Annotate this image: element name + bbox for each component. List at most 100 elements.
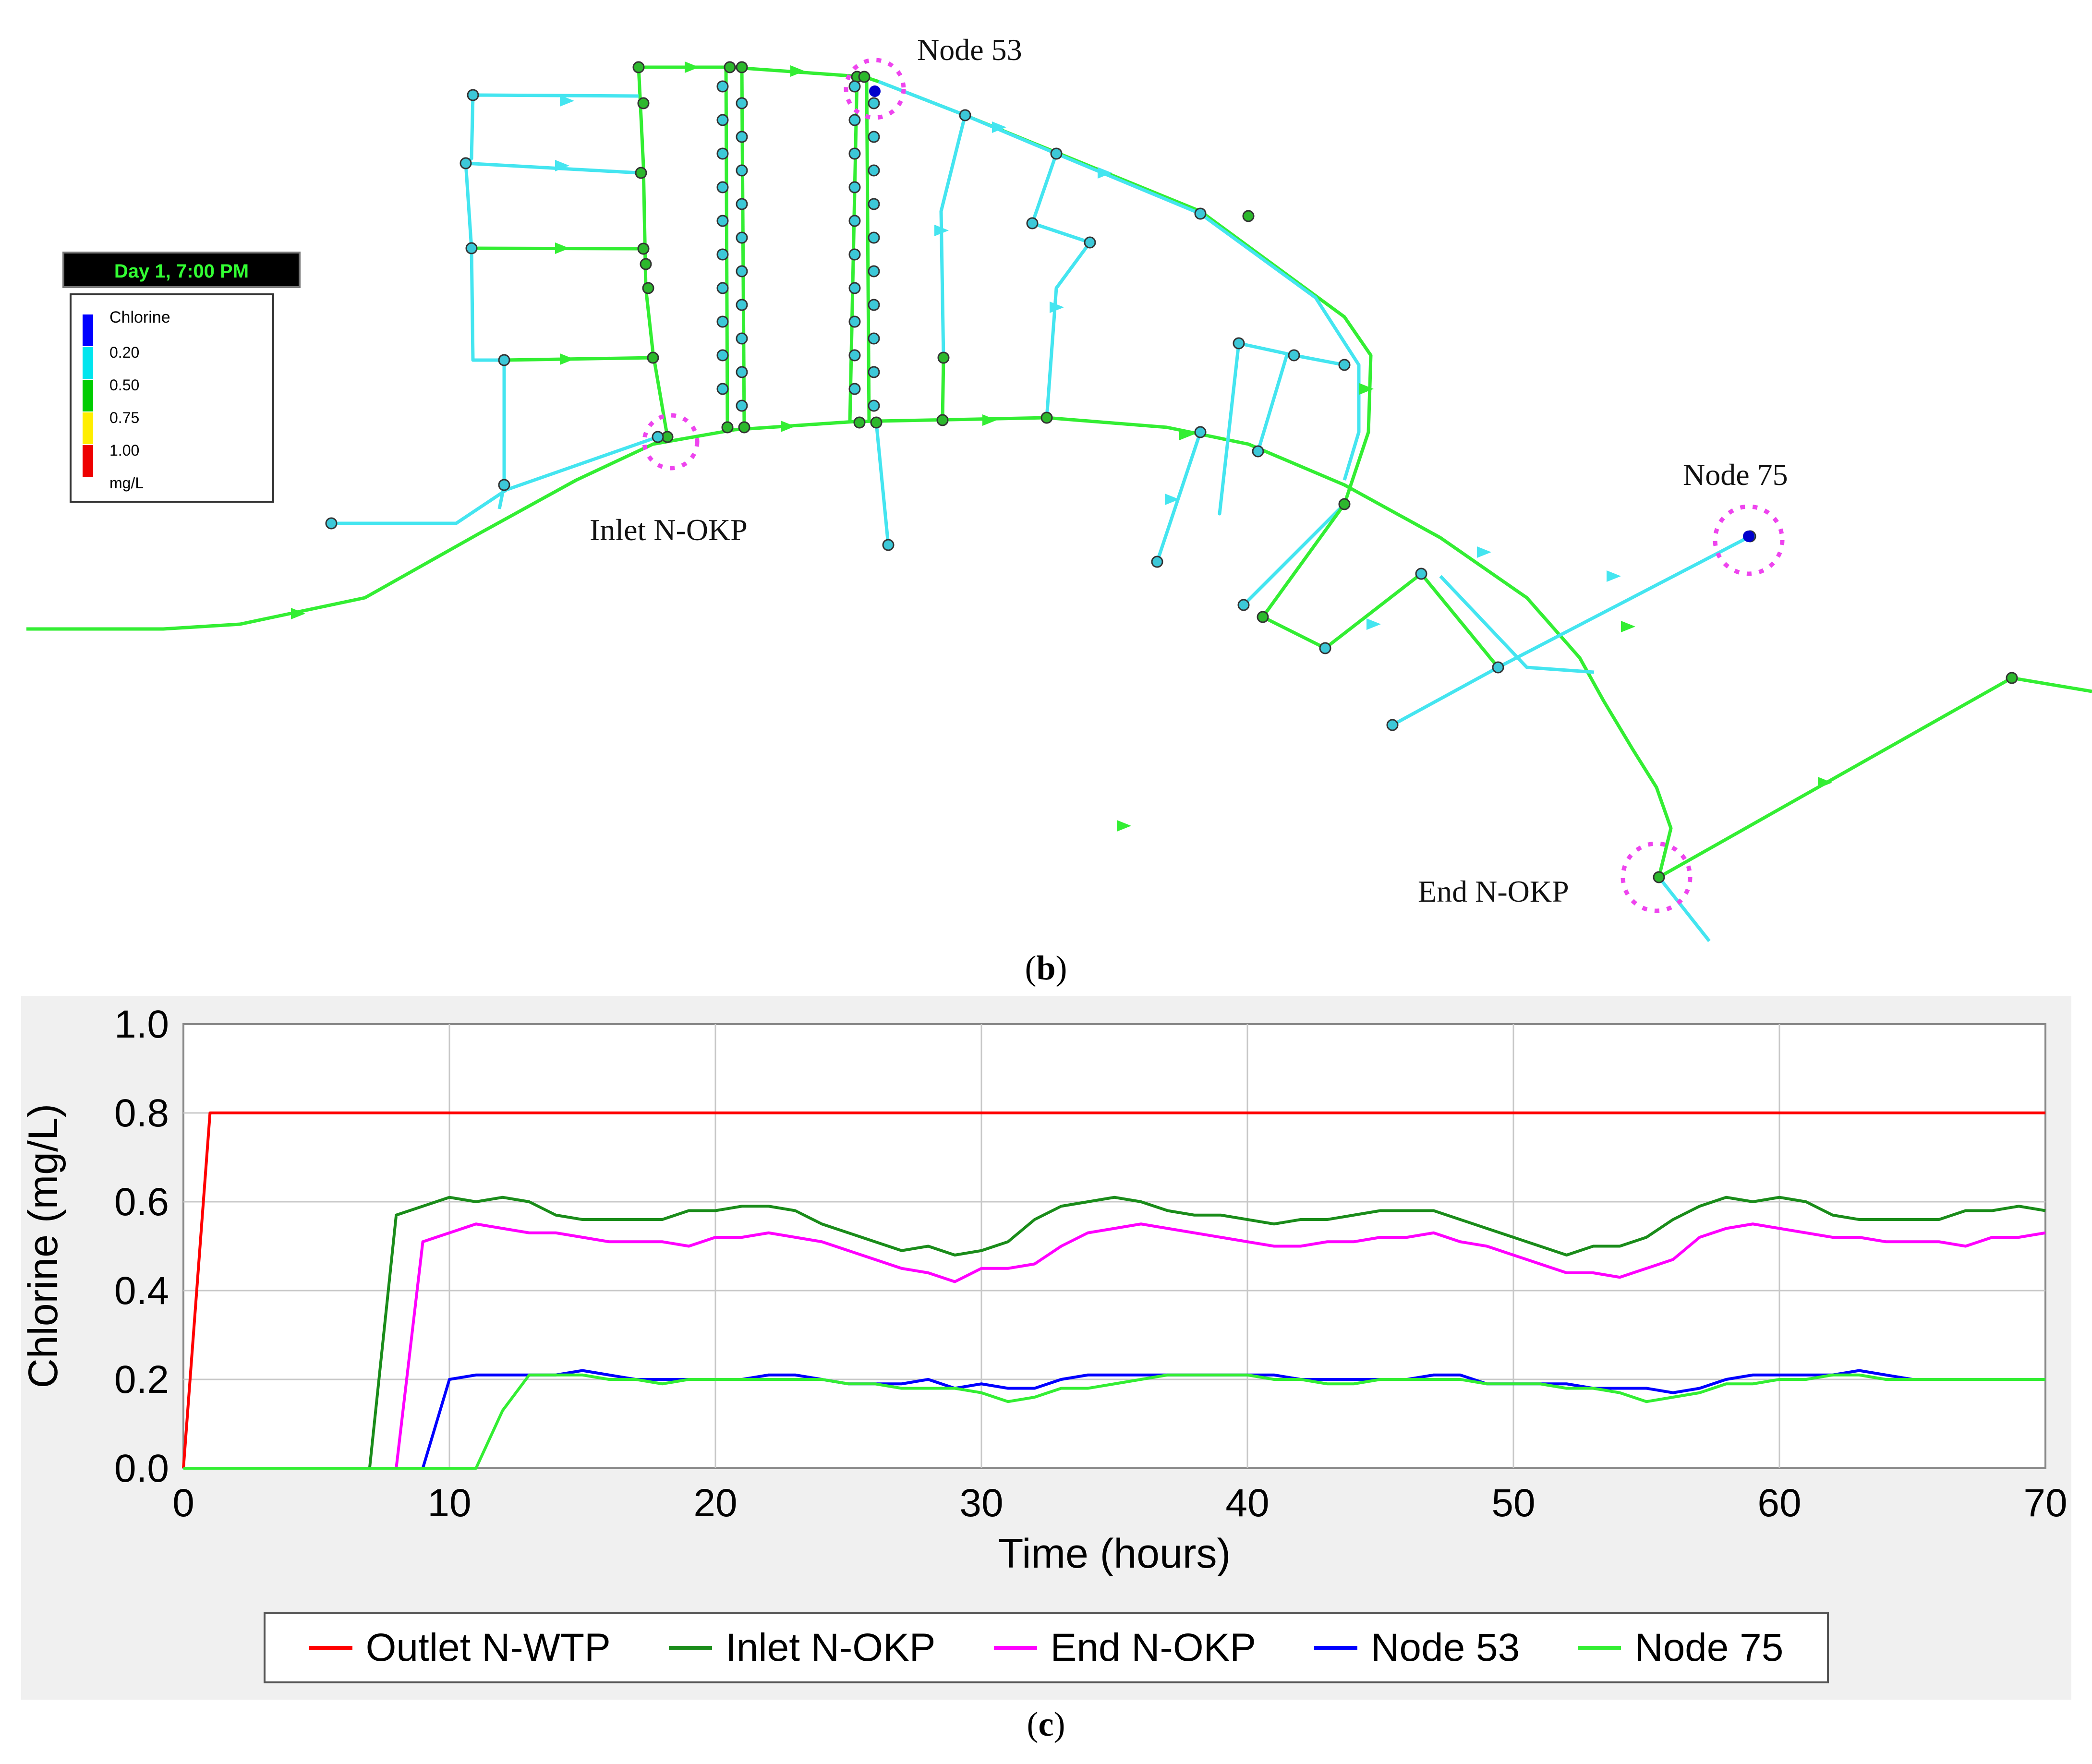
junction-node-78 [848, 315, 861, 328]
chlorine-line-chart: 0 10 20 30 40 50 60 70 0.0 0.2 0.4 0.6 0.8 1.0 Time … [21, 1003, 2068, 1577]
node75-marker [1743, 531, 1754, 542]
junction-node-64 [868, 198, 880, 210]
y-tick-0.0: 0.0 [114, 1447, 169, 1490]
junction-node-80 [868, 332, 880, 345]
junction-node-2 [635, 167, 647, 179]
legend-entry-node-75: Node 75 [1578, 1625, 1783, 1670]
legend-swatch-outlet-n-wtp [309, 1646, 352, 1650]
y-tick-0.2: 0.2 [114, 1358, 169, 1402]
legend-label-3: 1.00 [109, 442, 139, 459]
junction-node-8 [724, 61, 736, 73]
node53-marker [869, 85, 881, 97]
flow-arrow-14 [1621, 621, 1635, 632]
junction-node-37 [1288, 349, 1300, 362]
panel-label-b: (b) [1025, 949, 1067, 987]
pipe-segment-1 [331, 435, 659, 525]
legend-entry-end-n-okp: End N-OKP [993, 1625, 1257, 1670]
junction-node-5 [642, 282, 654, 294]
junction-node-13 [936, 414, 949, 426]
flow-arrow-6 [560, 353, 574, 365]
junction-node-6 [647, 351, 659, 364]
x-tick-20: 20 [693, 1481, 737, 1525]
junction-node-39 [1252, 445, 1264, 458]
junction-node-19 [1653, 871, 1665, 883]
y-tick-0.4: 0.4 [114, 1269, 169, 1313]
y-tick-1.0: 1.0 [114, 1003, 169, 1046]
x-axis-title: Time (hours) [998, 1531, 1231, 1577]
y-axis-title: Chlorine (mg/L) [21, 1104, 66, 1389]
junction-node-47 [882, 539, 895, 551]
chlorine-legend [70, 293, 274, 503]
junction-node-33 [1026, 217, 1039, 230]
legend-swatch-1 [83, 347, 93, 379]
pipe-network [26, 65, 2092, 942]
x-tick-40: 40 [1225, 1481, 1269, 1525]
legend-label-end-n-okp: End N-OKP [1050, 1626, 1257, 1669]
junction-node-51 [736, 97, 748, 109]
junction-node-70 [848, 248, 861, 261]
legend-swatch-node-75 [1578, 1646, 1621, 1650]
junction-node-25 [460, 157, 472, 169]
legend-swatch-node-53 [1314, 1646, 1358, 1650]
junction-node-40 [1194, 426, 1207, 438]
legend-entry-inlet-n-okp: Inlet N-OKP [669, 1625, 935, 1670]
legend-swatch-3 [83, 412, 93, 444]
junction-node-52 [868, 97, 880, 109]
junction-node-0 [632, 61, 645, 73]
chart-legend: Outlet N-WTP Inlet N-OKP End N-OKP Node 53 N… [264, 1612, 1829, 1683]
junction-node-26 [465, 242, 478, 254]
legend-swatch-4 [83, 445, 93, 477]
x-tick-50: 50 [1491, 1481, 1535, 1525]
junction-node-65 [716, 215, 729, 227]
junction-node-45 [1492, 661, 1504, 674]
y-tick-0.6: 0.6 [114, 1180, 169, 1224]
pipe-segment-21 [1242, 503, 1346, 606]
junction-node-28 [498, 479, 510, 491]
legend-label-outlet-n-wtp: Outlet N-WTP [365, 1626, 611, 1669]
junction-node-84 [868, 366, 880, 378]
x-tick-labels: 0 10 20 30 40 50 60 70 [172, 1481, 2067, 1525]
junction-node-18 [2006, 672, 2018, 684]
junction-node-49 [716, 80, 729, 93]
junction-node-36 [1233, 337, 1245, 350]
junction-node-88 [868, 399, 880, 412]
x-tick-10: 10 [427, 1481, 471, 1525]
junction-node-3 [637, 242, 650, 255]
x-tick-30: 30 [959, 1481, 1003, 1525]
junction-node-86 [848, 383, 861, 395]
end-label: End N-OKP [1418, 874, 1569, 908]
junction-node-38 [1338, 359, 1351, 371]
flow-arrow-19 [1477, 546, 1491, 558]
junction-node-66 [848, 215, 861, 227]
flow-arrow-12 [1117, 820, 1131, 832]
junction-node-55 [736, 131, 748, 143]
junction-node-77 [716, 315, 729, 328]
junction-node-62 [848, 181, 861, 193]
junction-node-22 [721, 421, 734, 434]
legend-entry-node-53: Node 53 [1314, 1625, 1520, 1670]
legend-label-2: 0.75 [109, 409, 139, 426]
junction-node-46 [1386, 719, 1399, 731]
junction-node-44 [1415, 568, 1427, 580]
legend-title: Chlorine [109, 308, 170, 326]
junction-node-14 [1040, 411, 1053, 424]
junction-node-24 [467, 89, 479, 101]
junction-node-43 [1319, 642, 1331, 654]
junction-node-32 [1050, 147, 1063, 160]
legend-swatch-end-n-okp [993, 1646, 1037, 1650]
legend-label-1: 0.50 [109, 376, 139, 394]
junction-node-79 [736, 332, 748, 345]
junction-node-54 [848, 114, 861, 126]
legend-swatch-0 [83, 314, 93, 346]
junction-node-11 [858, 71, 871, 83]
junction-node-42 [1237, 599, 1250, 611]
pipe-segment-20 [1256, 354, 1289, 452]
flow-arrow-8 [982, 414, 997, 426]
flow-arrow-16 [1607, 570, 1621, 582]
junction-node-69 [716, 248, 729, 261]
pipe-segment-16 [1045, 241, 1091, 418]
junction-node-4 [640, 258, 652, 270]
junction-node-61 [716, 181, 729, 193]
pipe-segment-8 [504, 356, 653, 362]
legend-swatch-2 [83, 380, 93, 411]
